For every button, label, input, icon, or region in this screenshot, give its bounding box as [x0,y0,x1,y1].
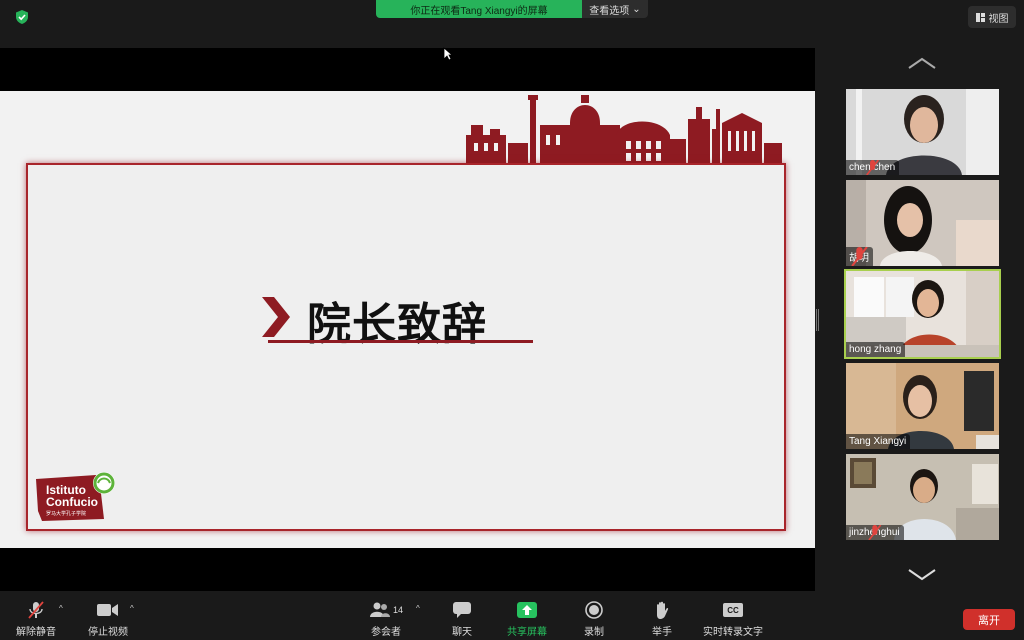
video-options-caret-icon[interactable]: ^ [130,604,134,613]
view-button[interactable]: 视图 [968,6,1016,28]
stop-video-label: 停止视频 [88,627,128,638]
participant-name: hong zhang [849,344,902,355]
participant-tile-active-speaker[interactable]: hong zhang [844,269,1001,359]
participant-tile[interactable]: chen chen [846,89,999,175]
leave-meeting-button[interactable]: 离开 [963,609,1015,630]
security-shield-icon[interactable] [14,9,30,25]
record-label: 录制 [584,627,604,638]
share-screen-label: 共享屏幕 [507,627,547,638]
participant-name-tag: chen chen [846,160,900,175]
grid-view-icon [975,12,985,22]
raise-hand-button[interactable]: 举手 [652,601,672,638]
chevron-up-icon[interactable] [906,56,938,70]
participants-icon [370,602,390,617]
participant-name-tag: hong zhang [846,342,906,357]
live-transcript-button[interactable]: CC 实时转录文字 [703,601,763,638]
title-underline [268,340,533,343]
chat-label: 聊天 [452,627,472,638]
share-screen-button[interactable]: 共享屏幕 [507,601,547,638]
view-button-label: 视图 [988,13,1009,25]
participant-tile[interactable]: jinzhenghui [846,454,999,540]
shared-screen: 院长致辞 Istituto Confucio 罗马大学孔子学院 [0,48,815,591]
mouse-cursor-icon [443,47,453,61]
chevron-down-icon: ⌄ [632,3,641,15]
participant-tile[interactable]: Tang Xiangyi [846,363,999,449]
view-options-label: 查看选项 [589,5,630,17]
chat-bubble-icon [453,602,471,618]
share-screen-icon [517,602,537,618]
resize-handle[interactable] [816,309,819,331]
rome-skyline-illustration [466,95,782,165]
cc-icon-label: CC [727,605,739,615]
microphone-muted-icon [28,601,44,619]
viewing-screen-banner: 你正在观看Tang Xiangyi的屏幕 [376,0,582,18]
participants-label: 参会者 [371,627,401,638]
chevron-right-icon [262,297,290,337]
viewing-screen-text: 你正在观看Tang Xiangyi的屏幕 [410,5,548,17]
participants-options-caret-icon[interactable]: ^ [416,604,420,613]
participant-name: Tang Xiangyi [849,436,907,447]
logo-line2: Confucio [46,495,98,509]
mic-muted-icon [866,160,880,175]
participant-tile[interactable]: 胡玥 [846,180,999,266]
record-button[interactable]: 录制 [584,601,604,638]
top-bar: 你正在观看Tang Xiangyi的屏幕 查看选项 ⌄ 视图 [0,0,1024,48]
chat-button[interactable]: 聊天 [452,601,472,638]
chevron-down-icon[interactable] [906,568,938,582]
leave-label: 离开 [978,614,1000,627]
stop-video-button[interactable]: 停止视频 [88,601,128,638]
presentation-slide: 院长致辞 Istituto Confucio 罗马大学孔子学院 [0,91,815,548]
participants-button[interactable]: 14 参会者 [369,601,403,638]
logo-line3: 罗马大学孔子学院 [46,511,87,517]
video-camera-icon [97,604,118,616]
record-icon [585,601,603,619]
participants-count: 14 [393,605,404,615]
audio-options-caret-icon[interactable]: ^ [59,604,63,613]
mic-muted-icon [851,247,868,266]
closed-caption-icon: CC [723,603,743,617]
unmute-button[interactable]: 解除静音 [16,601,56,638]
meeting-toolbar: 解除静音 ^ 停止视频 ^ 14 参会者 ^ 聊天 共享屏幕 录制 举手 CC … [0,591,1024,640]
participant-name-tag: Tang Xiangyi [846,434,911,449]
participant-name-tag: jinzhenghui [846,525,904,540]
raise-hand-label: 举手 [652,627,672,638]
view-options-button[interactable]: 查看选项 ⌄ [582,0,648,18]
unmute-label: 解除静音 [16,627,56,638]
live-transcript-label: 实时转录文字 [703,627,763,638]
participant-name-tag: 胡玥 [846,247,873,266]
raise-hand-icon [657,601,669,619]
mic-muted-icon [868,525,882,540]
